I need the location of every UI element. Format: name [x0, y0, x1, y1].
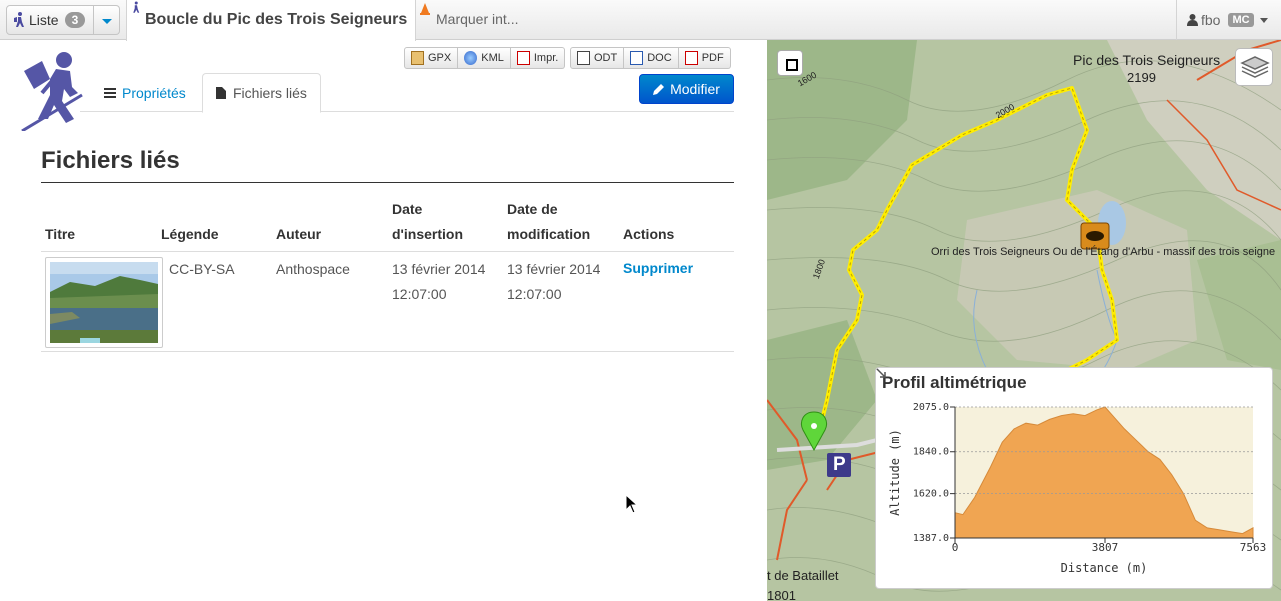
pencil-icon	[653, 84, 665, 95]
gpx-export-button[interactable]: GPX	[404, 47, 459, 69]
header-title: Titre	[45, 226, 76, 242]
divider	[41, 182, 734, 183]
layers-button[interactable]	[1235, 48, 1273, 86]
lake-photo	[50, 262, 158, 343]
pdf-icon	[516, 51, 530, 65]
poi-label: Orri des Trois Seigneurs Ou de l'Étang d…	[931, 246, 1276, 258]
parking-icon[interactable]: P	[833, 454, 846, 476]
cell-modif-date: 13 février 2014	[507, 261, 601, 277]
list-count-badge: 3	[64, 12, 86, 28]
cell-insert-date: 13 février 2014	[392, 261, 486, 277]
hiker-icon	[14, 12, 24, 27]
doc-export-button[interactable]: DOC	[624, 47, 679, 69]
export-label: Impr.	[533, 52, 559, 64]
export-label: ODT	[594, 52, 618, 64]
header-modif-line2: modification	[507, 226, 591, 242]
cone-icon	[420, 3, 430, 15]
tab-properties-label: Propriétés	[122, 84, 186, 101]
list-button[interactable]: Liste 3	[6, 5, 94, 35]
print-export-button[interactable]: Impr.	[510, 47, 566, 69]
layers-icon	[1240, 56, 1270, 78]
modify-label: Modifier	[670, 81, 720, 97]
hiker-icon	[133, 1, 140, 13]
divider	[41, 351, 734, 352]
kml-export-button[interactable]: KML	[458, 47, 511, 69]
export-group-2: ODT DOC PDF	[570, 47, 731, 69]
export-label: KML	[481, 52, 504, 64]
tab-properties[interactable]: Propriétés	[104, 73, 186, 112]
x-axis-label: Distance (m)	[1061, 561, 1148, 575]
header-author: Auteur	[276, 226, 322, 242]
pdf-export-button[interactable]: PDF	[678, 47, 731, 69]
x-tick-label: 0	[952, 541, 959, 554]
tab-files-label: Fichiers liés	[233, 85, 307, 101]
list-label: Liste	[29, 12, 59, 28]
y-tick-label: 1387.0	[913, 533, 949, 544]
place-altitude-label: 1801	[767, 588, 796, 601]
y-tick-label: 1840.0	[913, 447, 949, 458]
place-label: t de Bataillet	[767, 568, 839, 583]
odt-icon	[577, 51, 590, 65]
header-actions: Actions	[623, 226, 675, 242]
cell-insert-time: 12:07:00	[392, 286, 447, 302]
user-menu[interactable]: fbo MC	[1176, 0, 1281, 40]
header-legend: Légende	[161, 226, 219, 242]
cell-modif-time: 12:07:00	[507, 286, 562, 302]
cell-legend: CC-BY-SA	[169, 261, 235, 277]
map-view[interactable]: Pic des Trois Seigneurs 2199 Orri des Tr…	[767, 40, 1281, 601]
username: fbo	[1201, 12, 1221, 28]
kml-icon	[464, 51, 478, 65]
header-insert-line1: Date	[392, 201, 423, 217]
peak-altitude-label: 2199	[1127, 70, 1156, 85]
doc-icon	[630, 51, 644, 65]
detail-tabs: Propriétés Fichiers liés	[80, 73, 734, 113]
top-bar: Liste 3 Boucle du Pic des Trois Seigneur…	[0, 0, 1281, 41]
hiker-logo-icon	[21, 52, 83, 131]
export-label: GPX	[428, 52, 452, 64]
file-thumbnail[interactable]	[45, 257, 163, 348]
x-tick-label: 7563	[1240, 541, 1267, 554]
chevron-down-icon	[1259, 17, 1268, 23]
list-dropdown-button[interactable]	[94, 5, 120, 35]
mouse-cursor-icon	[625, 494, 639, 514]
odt-export-button[interactable]: ODT	[570, 47, 625, 69]
divider	[41, 251, 734, 252]
peak-name-label: Pic des Trois Seigneurs	[1073, 52, 1221, 68]
user-badge: MC	[1228, 13, 1254, 27]
mark-poi-input[interactable]: Marquer int...	[436, 11, 518, 27]
y-tick-label: 1620.0	[913, 489, 949, 500]
section-title: Fichiers liés	[41, 147, 180, 174]
export-label: DOC	[647, 52, 672, 64]
file-icon	[216, 87, 226, 99]
x-tick-label: 3807	[1092, 541, 1119, 554]
modify-button[interactable]: Modifier	[639, 74, 734, 104]
tab-current-trek[interactable]: Boucle du Pic des Trois Seigneurs	[126, 0, 416, 41]
y-axis-label: Altitude (m)	[888, 429, 902, 516]
export-label: PDF	[701, 52, 724, 64]
pdf-icon	[684, 51, 698, 65]
trek-title: Boucle du Pic des Trois Seigneurs	[145, 11, 408, 28]
user-icon	[1187, 14, 1198, 26]
cell-author: Anthospace	[276, 261, 350, 277]
header-insert-line2: d'insertion	[392, 226, 463, 242]
y-tick-label: 2075.0	[913, 402, 949, 413]
fullscreen-toggle-button[interactable]	[777, 50, 803, 76]
gpx-icon	[411, 51, 424, 65]
detail-panel: GPX KML Impr. ODT DOC PDF Propriétés Fic…	[0, 41, 767, 601]
elevation-chart: 2075.0 1840.0 1620.0 1387.00 3807 7563 Distanc…	[888, 402, 1267, 575]
export-group-1: GPX KML Impr.	[404, 47, 566, 69]
header-modif-line1: Date de	[507, 201, 558, 217]
tab-linked-files[interactable]: Fichiers liés	[202, 73, 321, 113]
list-icon	[104, 87, 116, 98]
elevation-profile-panel: Profil altimétrique 2075.0 1840.0 1620.0 13…	[875, 367, 1273, 589]
delete-link[interactable]: Supprimer	[623, 256, 693, 281]
